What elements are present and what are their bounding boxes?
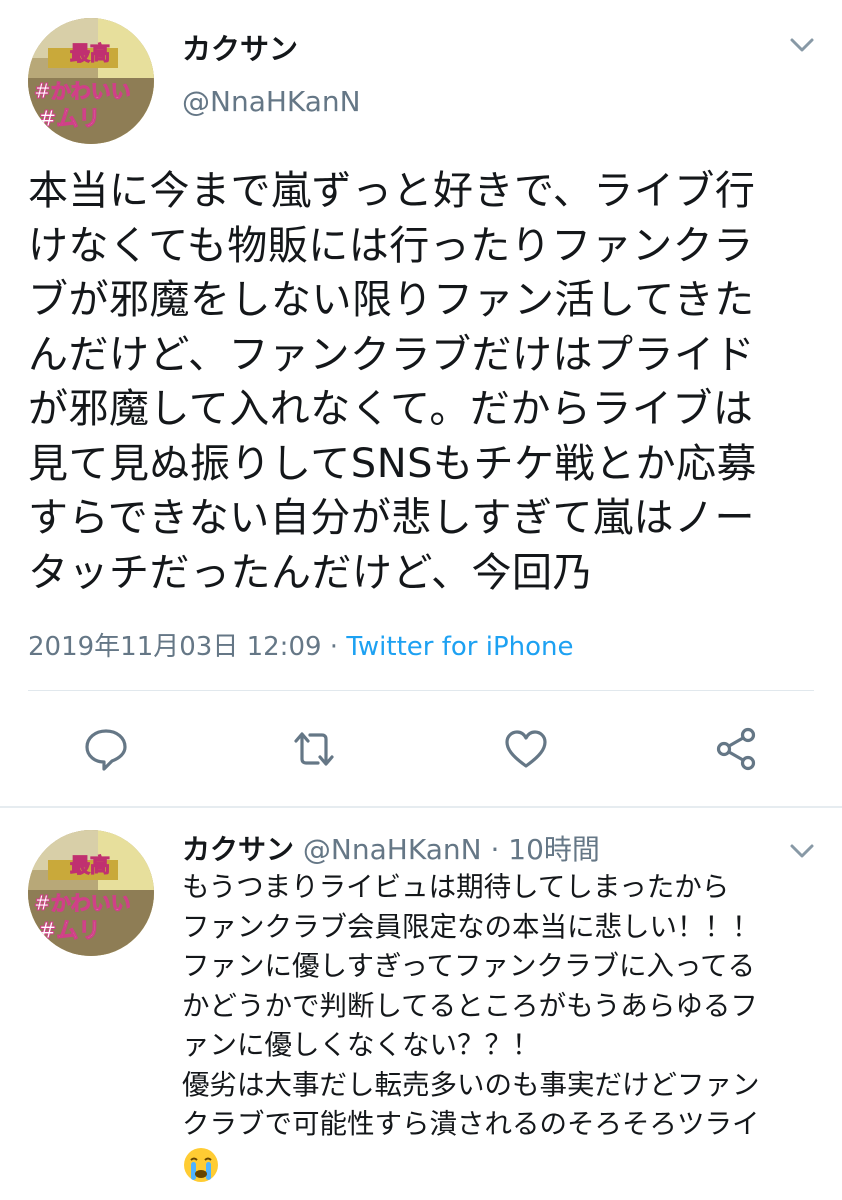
tweet-text-line: タッチだったんだけど、今回乃: [28, 549, 593, 596]
reply-user-handle[interactable]: @NnaHKanN: [303, 833, 482, 866]
reply-header: カクサン @NnaHKanN · 10時間: [182, 828, 600, 868]
tweet-text-line: けなくても物販には行ったりファンクラ: [28, 222, 754, 269]
tweet-text-line: が邪魔して入れなくて。だからライブは: [28, 386, 754, 432]
reply-text: もうつまりライビュは期待してしまったから ファンクラブ会員限定なの本当に悲しい！…: [182, 868, 822, 1184]
chevron-down-icon[interactable]: [782, 30, 822, 60]
reply-text-line: ファンクラブ会員限定なの本当に悲しい！！！: [182, 910, 760, 943]
reply-text-line: ファンに優しすぎってファンクラブに入ってる: [182, 950, 756, 982]
tweet-meta: 2019年11月03日 12:09 · Twitter for iPhone: [28, 626, 574, 663]
divider: [28, 690, 814, 691]
meta-separator: ·: [321, 632, 347, 662]
user-handle[interactable]: @NnaHKanN: [182, 85, 361, 118]
reply-avatar[interactable]: 最高 #かわいい #ムリ: [28, 830, 154, 956]
avatar-label-2: #かわいい: [34, 891, 131, 915]
crying-face-emoji: [184, 1147, 218, 1182]
tweet-text-line: 本当に今まで嵐ずっと好きで、ライブ行: [28, 168, 756, 214]
reply-text-line: 優劣は大事だし転売多いのも事実だけどファン: [182, 1068, 760, 1101]
display-name[interactable]: カクサン: [182, 26, 298, 68]
section-divider: [0, 806, 842, 808]
tweet-text: 本当に今まで嵐ずっと好きで、ライブ行 けなくても物販には行ったりファンクラ ブが…: [28, 164, 828, 600]
share-icon[interactable]: [712, 725, 760, 773]
timestamp[interactable]: 2019年11月03日 12:09: [28, 632, 322, 662]
source-link[interactable]: Twitter for iPhone: [346, 632, 573, 662]
reply-time[interactable]: 10時間: [508, 833, 600, 866]
avatar-label-2: #かわいい: [34, 79, 131, 103]
tweet-text-line: すらできない自分が悲しすぎて嵐はノー: [28, 495, 755, 541]
reply-display-name[interactable]: カクサン: [182, 833, 294, 866]
tweet-text-line: ブが邪魔をしない限りファン活してきた: [28, 277, 755, 323]
tweet-text-line: 見て見ぬ振りしてSNSもチケ戦とか応募: [28, 440, 758, 487]
avatar-image: 最高 #かわいい #ムリ: [28, 830, 154, 956]
avatar[interactable]: 最高 #かわいい #ムリ: [28, 18, 154, 144]
reply-text-line: ァンに優しくなくない？？！: [182, 1029, 540, 1061]
reply-text-line: クラブで可能性すら潰されるのそろそろツライ: [182, 1108, 760, 1140]
chevron-down-icon[interactable]: [782, 836, 822, 866]
comment-icon[interactable]: [82, 725, 130, 773]
avatar-label-1: 最高: [70, 41, 110, 65]
avatar-label-1: 最高: [70, 853, 110, 877]
reply-text-line: もうつまりライビュは期待してしまったから: [182, 871, 730, 903]
avatar-label-3: #ムリ: [38, 107, 100, 132]
reply-separator: ·: [481, 833, 509, 866]
retweet-icon[interactable]: [290, 725, 338, 773]
reply-emoji-line: [182, 1145, 822, 1185]
tweet-text-line: んだけど、ファンクラブだけはプライド: [28, 331, 755, 378]
avatar-label-3: #ムリ: [38, 919, 100, 944]
reply-text-line: かどうかで判断してるところがもうあらゆるフ: [182, 989, 758, 1022]
avatar-image: 最高 #かわいい #ムリ: [28, 18, 154, 144]
heart-icon[interactable]: [502, 725, 550, 773]
